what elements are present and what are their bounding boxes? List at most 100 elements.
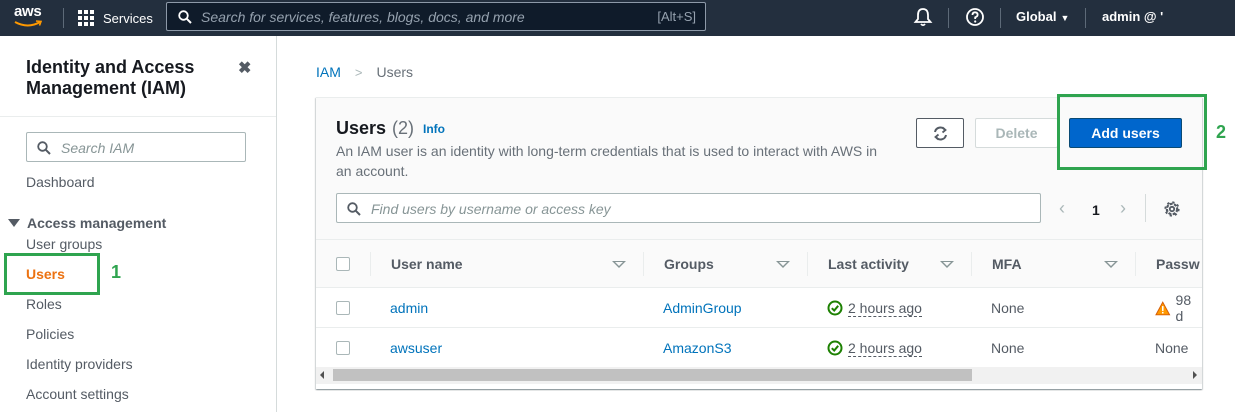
group-link[interactable]: AdminGroup	[663, 288, 742, 328]
column-header-mfa[interactable]: MFA	[992, 240, 1022, 288]
account-menu[interactable]: admin @ '	[1102, 9, 1163, 24]
region-selector[interactable]: Global ▼	[1016, 9, 1069, 24]
user-name-link[interactable]: awsuser	[390, 328, 442, 368]
mfa-value: None	[991, 340, 1025, 356]
breadcrumb-iam-link[interactable]: IAM	[316, 64, 341, 80]
group-link[interactable]: AmazonS3	[663, 328, 731, 368]
column-header-user-name[interactable]: User name	[391, 240, 463, 288]
column-header-groups[interactable]: Groups	[664, 240, 714, 288]
column-divider	[370, 252, 371, 276]
delete-button[interactable]: Delete	[975, 118, 1058, 148]
pagination-prev-icon[interactable]: ‹	[1059, 198, 1065, 219]
chevron-right-icon: >	[354, 64, 363, 80]
last-activity-cell: 2 hours ago	[827, 288, 922, 328]
check-circle-icon	[827, 340, 843, 356]
grid-icon	[78, 10, 94, 26]
annotation-step-number: 1	[111, 262, 122, 282]
row-checkbox[interactable]	[336, 301, 350, 315]
column-divider	[807, 252, 808, 276]
close-icon[interactable]: ✖	[238, 58, 251, 78]
pagination-divider	[1145, 194, 1146, 222]
last-activity-value[interactable]: 2 hours ago	[848, 300, 922, 317]
sort-icon[interactable]	[1104, 261, 1118, 268]
account-label: admin @ '	[1102, 9, 1164, 24]
pagination-page-number[interactable]: 1	[1092, 202, 1100, 218]
sidebar-item-account-settings[interactable]: Account settings	[26, 386, 129, 402]
caret-down-icon	[8, 219, 20, 227]
aws-logo-text: aws	[14, 3, 42, 20]
nav-divider	[63, 8, 64, 28]
gear-icon[interactable]	[1163, 200, 1181, 218]
sort-icon[interactable]	[940, 261, 954, 268]
annotation-highlight-box	[1057, 94, 1207, 170]
iam-sidebar: Identity and Access Management (IAM) ✖ D…	[0, 36, 277, 412]
row-checkbox[interactable]	[336, 341, 350, 355]
users-filter-box[interactable]	[336, 193, 1041, 223]
info-link[interactable]: Info	[423, 122, 445, 136]
search-icon	[37, 141, 51, 155]
panel-description: An IAM user is an identity with long-ter…	[336, 143, 878, 179]
search-icon	[347, 202, 361, 216]
caret-down-icon: ▼	[1060, 13, 1070, 23]
users-count: (2)	[392, 118, 414, 138]
select-all-checkbox[interactable]	[336, 257, 350, 271]
sidebar-item-policies[interactable]: Policies	[26, 326, 74, 342]
sidebar-item-dashboard[interactable]: Dashboard	[26, 174, 95, 190]
password-age-cell: 98 d	[1155, 288, 1202, 328]
column-header-last-activity[interactable]: Last activity	[828, 240, 909, 288]
table-row[interactable]: awsuser AmazonS3 2 hours ago None None	[316, 328, 1202, 368]
sort-icon[interactable]	[776, 261, 790, 268]
sidebar-divider	[0, 116, 276, 117]
region-label: Global	[1016, 9, 1057, 24]
refresh-button[interactable]	[916, 118, 964, 148]
mfa-value: None	[991, 300, 1025, 316]
aws-logo[interactable]: aws	[14, 3, 50, 31]
sidebar-item-user-groups[interactable]: User groups	[26, 236, 102, 252]
bell-icon[interactable]	[913, 6, 933, 28]
aws-smile-icon	[14, 20, 43, 27]
breadcrumb-current: Users	[376, 64, 414, 80]
breadcrumb: IAM > Users	[316, 64, 413, 80]
nav-divider	[1000, 8, 1001, 28]
search-icon	[178, 10, 192, 24]
warning-icon	[1155, 300, 1171, 315]
horizontal-scrollbar[interactable]	[316, 367, 1202, 384]
sidebar-search-box[interactable]	[26, 132, 246, 162]
last-activity-value[interactable]: 2 hours ago	[848, 340, 922, 357]
annotation-step-number: 2	[1216, 122, 1227, 142]
sidebar-section-label: Access management	[27, 215, 167, 231]
scroll-right-icon[interactable]	[1193, 371, 1197, 379]
users-filter-input[interactable]	[371, 199, 971, 218]
global-search-box[interactable]: [Alt+S]	[166, 2, 706, 31]
sidebar-search-input[interactable]	[61, 138, 231, 157]
table-row[interactable]: admin AdminGroup 2 hours ago None 98 d	[316, 288, 1202, 328]
sidebar-title: Identity and Access Management (IAM)	[26, 57, 195, 98]
table-header: User name Groups Last activity MFA Passw	[316, 239, 1202, 288]
sidebar-item-identity-providers[interactable]: Identity providers	[26, 356, 133, 372]
scroll-left-icon[interactable]	[320, 371, 324, 379]
column-divider	[971, 252, 972, 276]
column-header-password[interactable]: Passw	[1156, 240, 1200, 288]
pagination-next-icon[interactable]: ›	[1120, 198, 1126, 219]
page-title: Users	[336, 118, 387, 138]
column-divider	[1135, 252, 1136, 276]
user-name-link[interactable]: admin	[390, 288, 428, 328]
annotation-highlight-box	[4, 253, 100, 295]
check-circle-icon	[827, 300, 843, 316]
top-navigation-bar: aws Services [Alt+S] Global▼ admin @ '	[0, 0, 1235, 36]
column-divider	[643, 252, 644, 276]
search-shortcut-hint: [Alt+S]	[657, 9, 696, 24]
services-label: Services	[103, 10, 153, 26]
sidebar-section-access-management[interactable]: Access management	[8, 215, 166, 231]
help-icon[interactable]	[965, 7, 985, 27]
last-activity-cell: 2 hours ago	[827, 328, 922, 368]
sidebar-item-roles[interactable]: Roles	[26, 296, 62, 312]
global-search-input[interactable]	[201, 6, 631, 27]
scrollbar-thumb[interactable]	[333, 369, 972, 381]
services-menu-button[interactable]: Services	[78, 8, 153, 28]
password-age-value: 98 d	[1175, 292, 1192, 324]
password-age-value: None	[1155, 340, 1189, 356]
sort-icon[interactable]	[612, 261, 626, 268]
nav-divider	[948, 8, 949, 28]
nav-divider	[1085, 8, 1086, 28]
